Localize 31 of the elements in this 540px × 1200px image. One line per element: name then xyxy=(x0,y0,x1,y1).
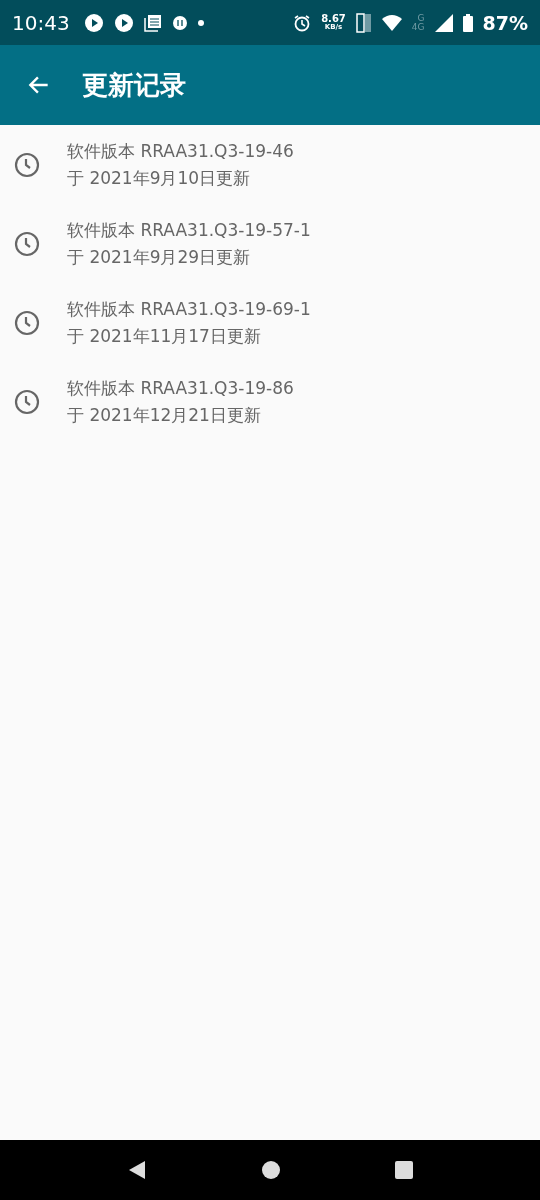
network-type: 4G xyxy=(411,22,425,32)
play-icon xyxy=(113,12,134,33)
version-text: 软件版本 RRAA31.Q3-19-46 xyxy=(67,140,294,163)
wifi-icon xyxy=(381,14,402,31)
clock-icon xyxy=(14,388,40,415)
version-text: 软件版本 RRAA31.Q3-19-86 xyxy=(67,377,294,400)
news-icon xyxy=(143,13,162,32)
battery-percent: 87% xyxy=(482,11,528,34)
back-nav-icon[interactable] xyxy=(127,1160,148,1180)
network-type: G xyxy=(417,13,425,23)
update-date-text: 于 2021年12月21日更新 xyxy=(67,404,262,427)
home-nav-icon[interactable] xyxy=(262,1161,280,1179)
version-text: 软件版本 RRAA31.Q3-19-57-1 xyxy=(67,219,311,242)
version-text: 软件版本 RRAA31.Q3-19-69-1 xyxy=(67,298,311,321)
network-speed: 8.67 xyxy=(321,14,346,24)
notification-badge-icon xyxy=(171,14,188,31)
clock-icon xyxy=(14,309,40,336)
dot-icon xyxy=(197,19,204,26)
update-date-text: 于 2021年9月10日更新 xyxy=(67,167,252,190)
battery-icon xyxy=(462,13,473,32)
play-icon xyxy=(83,12,104,33)
clock-icon xyxy=(14,230,40,257)
clock-icon xyxy=(14,151,40,178)
screen-title: 更新记录 xyxy=(82,68,186,102)
recents-nav-icon[interactable] xyxy=(394,1161,413,1179)
sim-icon xyxy=(355,12,372,33)
status-time: 10:43 xyxy=(12,10,70,35)
signal-icon xyxy=(434,13,453,32)
update-date-text: 于 2021年11月17日更新 xyxy=(67,325,262,348)
alarm-icon xyxy=(293,13,312,32)
update-date-text: 于 2021年9月29日更新 xyxy=(67,246,252,269)
